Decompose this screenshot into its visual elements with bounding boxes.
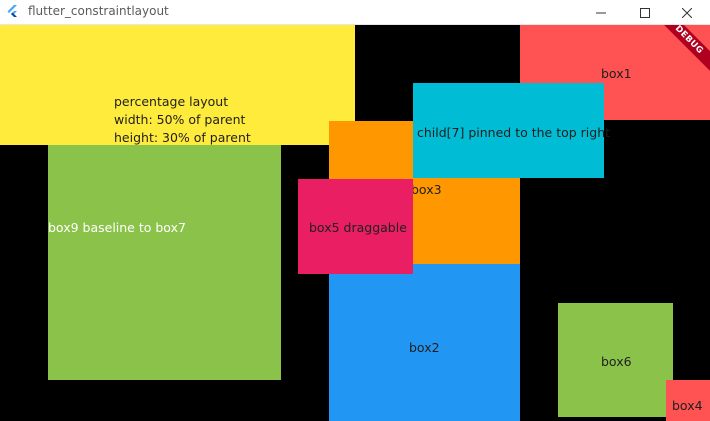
box4: box4 [666, 380, 710, 421]
percentage-width-line: width: 50% of parent [114, 112, 246, 127]
minimize-icon [596, 12, 606, 13]
box9 [48, 125, 281, 380]
window-title: flutter_constraintlayout [28, 4, 169, 18]
constraint-layout-canvas: box1 percentage layout width: 50% of par… [0, 25, 710, 421]
maximize-icon [640, 7, 650, 18]
percentage-layout-box: percentage layout width: 50% of parent h… [0, 25, 355, 145]
box6: box6 [558, 303, 673, 417]
percentage-height-line: height: 30% of parent [114, 130, 251, 145]
child7-box: child[7] pinned to the top right [413, 83, 610, 178]
app-window: flutter_constraintlayout box1 percentage… [0, 0, 710, 421]
close-icon [682, 7, 692, 18]
box2-label: box2 [409, 340, 440, 355]
box4-label: box4 [672, 398, 703, 413]
child7-label: child[7] pinned to the top right [417, 125, 611, 140]
flutter-logo-icon [7, 5, 17, 17]
maximize-button[interactable] [622, 0, 668, 25]
box5-label: box5 draggable [309, 220, 407, 235]
box5-draggable[interactable]: box5 draggable [298, 179, 413, 274]
title-bar: flutter_constraintlayout [0, 0, 710, 25]
close-button[interactable] [664, 0, 710, 25]
percentage-layout-line1: percentage layout [114, 94, 229, 109]
box3-label: box3 [411, 182, 442, 197]
box6-label: box6 [601, 354, 632, 369]
minimize-button[interactable] [578, 0, 624, 25]
box1-label: box1 [601, 66, 632, 81]
box9-label: box9 baseline to box7 [48, 220, 186, 235]
box2: box2 [329, 264, 520, 421]
